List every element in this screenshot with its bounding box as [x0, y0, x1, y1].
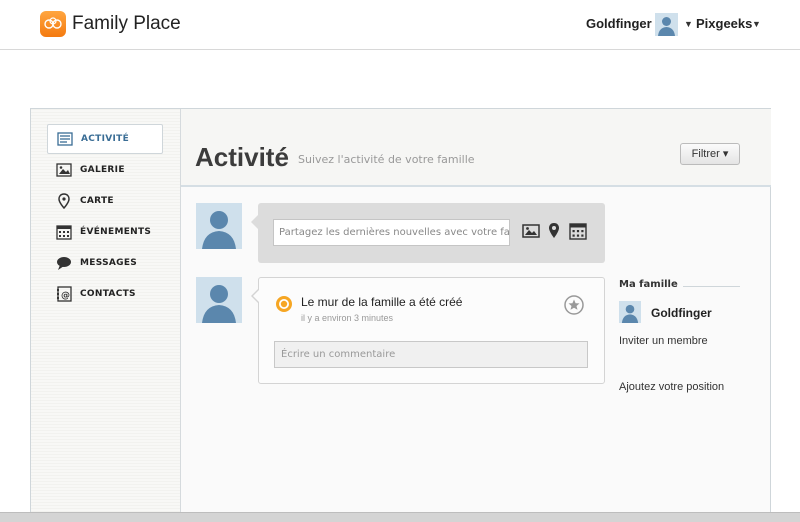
filter-button[interactable]: Filtrer ▾	[680, 143, 740, 165]
family-member-name[interactable]: Goldfinger	[651, 306, 712, 320]
sidebar-item-carte[interactable]: CARTE	[47, 187, 163, 217]
map-pin-icon	[58, 193, 70, 209]
sidebar-item-label: CONTACTS	[80, 289, 136, 299]
sidebar-item-label: GALERIE	[80, 165, 125, 175]
family-heading: Ma famille	[619, 279, 678, 290]
activity-icon	[57, 132, 73, 146]
speech-bubble-icon	[57, 257, 71, 270]
svg-text:@: @	[61, 291, 70, 301]
sidebar-item-evenements[interactable]: ÉVÉNEMENTS	[47, 218, 163, 248]
sidebar-item-contacts[interactable]: @ CONTACTS	[47, 280, 163, 310]
notification-icon	[276, 296, 292, 312]
share-input[interactable]: Partagez les dernières nouvelles avec vo…	[273, 219, 510, 246]
calendar-icon	[56, 225, 72, 240]
family-logo-icon[interactable]	[40, 11, 66, 37]
main-panel: ACTIVITÉ GALERIE CARTE ÉVÉNEMENTS MESSAG…	[30, 108, 771, 518]
sidebar-item-label: ACTIVITÉ	[81, 134, 130, 144]
comment-input[interactable]: Écrire un commentaire	[274, 341, 588, 368]
sidebar-item-label: CARTE	[80, 196, 114, 206]
top-bar: Family Place Goldfinger ▼ Pixgeeks ▼	[0, 0, 800, 50]
add-position-link[interactable]: Ajoutez votre position	[619, 381, 724, 393]
invite-member-link[interactable]: Inviter un membre	[619, 335, 708, 347]
sidebar-item-messages[interactable]: MESSAGES	[47, 249, 163, 279]
sidebar-item-label: ÉVÉNEMENTS	[80, 227, 152, 237]
post-card: Le mur de la famille a été créé il y a e…	[251, 277, 605, 384]
user-menu-caret-icon[interactable]: ▼	[684, 19, 693, 29]
location-pin-icon[interactable]	[545, 222, 563, 240]
sidebar-item-label: MESSAGES	[80, 258, 138, 268]
avatar	[196, 277, 242, 323]
content-header: Activité Suivez l'activité de votre fami…	[181, 109, 771, 187]
post-title: Le mur de la famille a été créé	[301, 295, 463, 309]
page-subtitle: Suivez l'activité de votre famille	[298, 153, 475, 166]
sidebar-item-galerie[interactable]: GALERIE	[47, 156, 163, 186]
site-menu-caret-icon[interactable]: ▼	[752, 19, 761, 29]
contact-card-icon: @	[57, 286, 72, 302]
site-name[interactable]: Pixgeeks	[696, 16, 752, 31]
user-avatar[interactable]	[655, 13, 678, 36]
avatar	[196, 203, 242, 249]
star-icon[interactable]	[564, 295, 584, 315]
avatar[interactable]	[619, 301, 641, 323]
post-timestamp: il y a environ 3 minutes	[301, 313, 394, 323]
gallery-icon	[56, 163, 72, 177]
sidebar: ACTIVITÉ GALERIE CARTE ÉVÉNEMENTS MESSAG…	[31, 109, 180, 517]
sidebar-item-activite[interactable]: ACTIVITÉ	[47, 124, 163, 154]
photo-icon[interactable]	[522, 222, 540, 240]
bottom-scrollbar[interactable]	[0, 512, 800, 522]
user-name[interactable]: Goldfinger	[586, 16, 652, 31]
divider	[683, 286, 740, 287]
content-area: Activité Suivez l'activité de votre fami…	[180, 109, 771, 517]
app-title[interactable]: Family Place	[72, 13, 181, 35]
page-title: Activité	[195, 142, 289, 172]
calendar-icon[interactable]	[569, 222, 587, 240]
composer-box: Partagez les dernières nouvelles avec vo…	[251, 203, 605, 263]
